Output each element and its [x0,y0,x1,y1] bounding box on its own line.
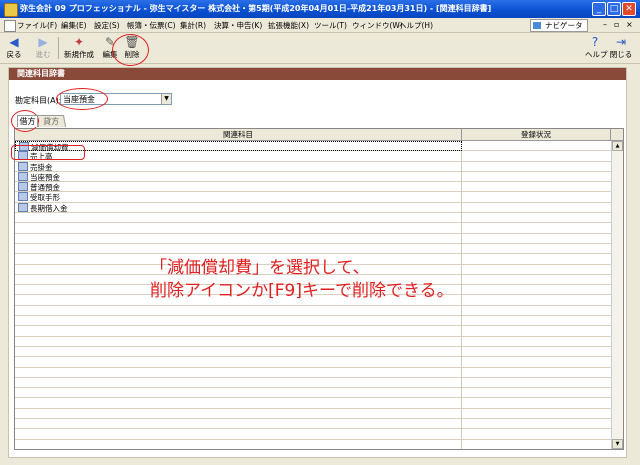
tab-credit[interactable]: 貸方 [35,115,67,127]
table-header: 関連科目 登録状況 [15,129,623,141]
toolbar-separator [58,37,59,59]
toolbar: ◀ 戻る ▶ 進む ✦ 新規作成 ✎ 編集 🗑 削除 ? ヘルプ ⇥ 閉じる [0,33,640,64]
maximize-button[interactable]: □ [607,2,621,16]
tab-debit[interactable]: 借方 [17,115,38,127]
navigator-icon [533,22,541,29]
highlight-delete-button [112,34,149,66]
navigator-label: ナビゲータ [545,21,583,30]
annotation-line-2: 削除アイコンか[F9]キーで削除できる。 [150,281,454,301]
table-row-empty [15,367,611,378]
table-row-empty [15,357,611,368]
account-icon [18,171,28,181]
account-icon [18,202,28,212]
back-button[interactable]: ◀ 戻る [4,35,24,61]
mdi-close-button[interactable]: × [626,20,633,29]
mdi-restore-button[interactable]: ▫ [614,20,619,29]
table-row[interactable]: 売掛金 [15,161,611,172]
menu-window[interactable]: ウィンドウ(W) [352,20,403,31]
new-document-icon: ✦ [73,35,85,49]
chevron-down-icon[interactable]: ▼ [161,94,171,104]
table-row-empty [15,346,611,358]
panel-header: 関連科目辞書 [9,68,626,80]
scroll-down-icon[interactable]: ▼ [612,439,623,449]
table-row-empty [15,429,611,440]
column-header-status[interactable]: 登録状況 [462,129,611,140]
menu-books[interactable]: 帳簿・伝票(C) [127,20,176,31]
highlight-selected-row [11,145,85,160]
menu-edit[interactable]: 編集(E) [61,20,87,31]
table-row-empty [15,233,611,244]
table-row[interactable]: 長期借入金 [15,202,611,214]
account-label: 勘定科目(A): [15,96,62,105]
title-bar: 弥生会計 09 プロフェッショナル - 弥生マイスター 株式会社・第5期(平成2… [0,0,640,18]
table-row[interactable]: 受取手形 [15,192,611,203]
menu-summary[interactable]: 集計(R) [180,20,206,31]
mdi-minimize-button[interactable]: – [603,20,607,29]
table-row-empty [15,326,611,337]
minimize-button[interactable]: _ [592,2,606,16]
highlight-account-select [56,88,108,110]
forward-arrow-icon: ▶ [38,35,48,49]
help-button[interactable]: ? ヘルプ [585,35,608,61]
close-window-button[interactable]: ⇥ 閉じる [609,35,633,61]
document-icon [4,20,16,32]
annotation-line-1: 「減価償却費」を選択して、 [150,258,370,278]
forward-button[interactable]: ▶ 進む [33,35,53,61]
table-row-empty [15,408,611,420]
menu-help[interactable]: ヘルプ(H) [399,20,433,31]
table-row-empty [15,377,611,389]
back-arrow-icon: ◀ [9,35,19,49]
table-row-empty [15,398,611,409]
menu-extensions[interactable]: 拡張機能(X) [268,20,309,31]
table-row-empty [15,223,611,234]
column-header-related[interactable]: 関連科目 [15,129,462,140]
window-title: 弥生会計 09 プロフェッショナル - 弥生マイスター 株式会社・第5期(平成2… [20,4,492,13]
table-row[interactable]: 減価償却費 [15,141,611,152]
table-row-empty [15,213,611,224]
table-row-empty [15,439,611,449]
table-row-empty [15,419,611,430]
menu-settings[interactable]: 設定(S) [94,20,120,31]
menu-bar: ファイル(F) 編集(E) 設定(S) 帳簿・伝票(C) 集計(R) 決算・申告… [0,18,640,33]
table-row[interactable]: 普通預金 [15,182,611,193]
table-row-empty [15,305,611,317]
table-row-empty [15,316,611,327]
menu-tools[interactable]: ツール(T) [314,20,347,31]
navigator-button[interactable]: ナビゲータ [530,19,588,32]
help-icon: ? [591,35,599,49]
new-button[interactable]: ✦ 新規作成 [61,35,97,61]
table-row-empty [15,388,611,399]
app-icon [4,3,18,17]
table-row[interactable]: 売上高 [15,151,611,162]
account-icon [18,161,28,171]
scroll-up-icon[interactable]: ▲ [612,141,623,151]
menu-file[interactable]: ファイル(F) [17,20,57,31]
table-row-empty [15,336,611,347]
table-row[interactable]: 当座預金 [15,171,611,183]
close-button[interactable]: ✕ [622,2,636,16]
exit-icon: ⇥ [615,35,627,49]
vertical-scrollbar[interactable]: ▲ ▼ [611,141,623,449]
account-icon [18,182,28,192]
menu-closing[interactable]: 決算・申告(K) [214,20,262,31]
account-icon [18,192,28,202]
